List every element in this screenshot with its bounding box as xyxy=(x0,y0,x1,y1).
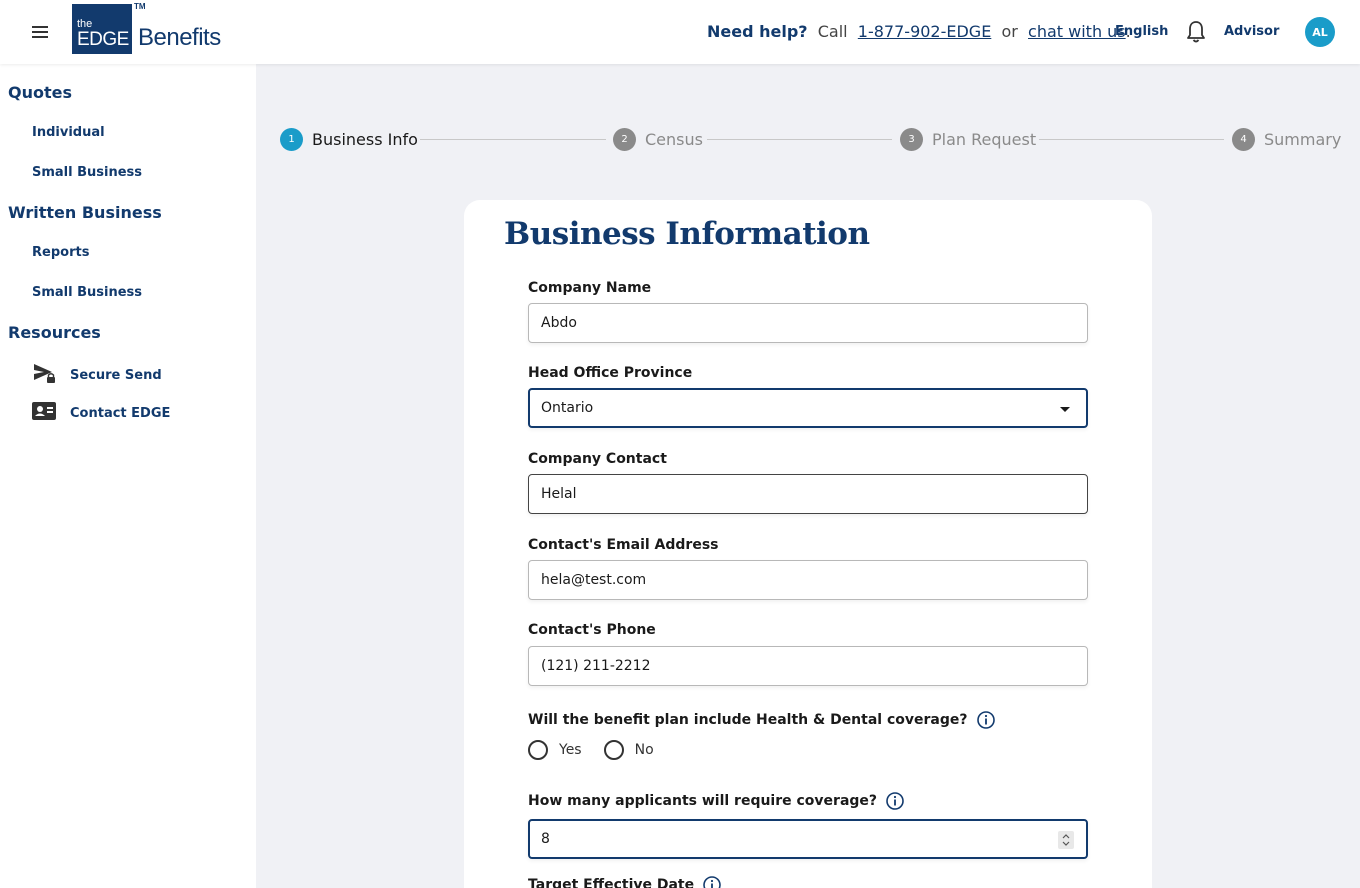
effective-date-question: Target Effective Date xyxy=(528,875,722,888)
sidebar-item-reports[interactable]: Reports xyxy=(32,245,89,260)
phone-value: (121) 211-2212 xyxy=(541,658,651,674)
applicants-count-stepper[interactable]: 8 xyxy=(528,819,1088,859)
help-text: Need help? Call 1-877-902-EDGE or chat w… xyxy=(707,22,1131,41)
radio-yes[interactable]: Yes xyxy=(528,740,582,760)
help-call: Call xyxy=(817,22,848,41)
chat-link[interactable]: chat with us xyxy=(1028,22,1126,41)
step-plan-request[interactable]: 3 Plan Request xyxy=(900,128,1036,151)
contact-card-icon xyxy=(32,401,56,425)
number-spinner[interactable] xyxy=(1058,831,1074,849)
logo-edge: EDGE xyxy=(77,29,129,50)
step-label: Plan Request xyxy=(932,130,1037,149)
help-prefix: Need help? xyxy=(707,22,808,41)
province-label: Head Office Province xyxy=(528,365,693,381)
sidebar-item-small-business-written[interactable]: Small Business xyxy=(32,285,142,300)
applicants-label: How many applicants will require coverag… xyxy=(528,793,878,809)
effective-date-label: Target Effective Date xyxy=(528,877,695,888)
province-select[interactable]: Ontario xyxy=(528,388,1088,428)
step-number: 1 xyxy=(280,128,303,151)
sidebar-item-secure-send[interactable]: Secure Send xyxy=(32,361,162,389)
company-name-label: Company Name xyxy=(528,280,652,296)
health-dental-question: Will the benefit plan include Health & D… xyxy=(528,710,996,730)
step-label: Business Info xyxy=(312,130,418,149)
step-number: 3 xyxy=(900,128,923,151)
health-dental-radio-group: Yes No xyxy=(528,740,676,760)
radio-circle xyxy=(528,740,548,760)
advisor-menu[interactable]: Advisor xyxy=(1224,24,1279,39)
logo-wordmark: Benefits xyxy=(138,24,221,51)
company-contact-value: Helal xyxy=(541,486,577,502)
help-or: or xyxy=(1001,22,1018,41)
sidebar-item-label: Contact EDGE xyxy=(70,405,171,421)
info-icon[interactable] xyxy=(702,875,722,888)
logo-tm: TM xyxy=(134,2,146,11)
company-name-input[interactable]: Abdo xyxy=(528,303,1088,343)
dropdown-caret-icon xyxy=(1060,407,1070,412)
step-census[interactable]: 2 Census xyxy=(613,128,703,151)
company-name-value: Abdo xyxy=(541,315,577,331)
logo-mark: the EDGE TM xyxy=(72,2,146,54)
email-field[interactable]: hela@test.com xyxy=(528,560,1088,600)
step-connector xyxy=(1039,139,1224,140)
step-label: Census xyxy=(645,130,703,149)
language-toggle[interactable]: English xyxy=(1115,24,1168,39)
email-value: hela@test.com xyxy=(541,572,647,588)
progress-stepper: 1 Business Info 2 Census 3 Plan Request … xyxy=(280,128,1341,152)
phone-label: Contact's Phone xyxy=(528,622,656,638)
sidebar-section-written-business[interactable]: Written Business xyxy=(8,203,162,222)
notification-bell-icon[interactable] xyxy=(1185,20,1207,44)
step-summary[interactable]: 4 Summary xyxy=(1232,128,1341,151)
info-icon[interactable] xyxy=(976,710,996,730)
sidebar-item-contact-edge[interactable]: Contact EDGE xyxy=(32,401,170,425)
applicants-question: How many applicants will require coverag… xyxy=(528,791,905,811)
top-header: the EDGE TM Benefits Need help? Call 1-8… xyxy=(0,0,1360,64)
sidebar-section-quotes[interactable]: Quotes xyxy=(8,83,72,102)
radio-circle xyxy=(603,740,624,760)
hamburger-menu-icon[interactable] xyxy=(28,20,52,44)
applicants-value: 8 xyxy=(541,831,550,847)
info-icon[interactable] xyxy=(885,791,905,811)
company-contact-label: Company Contact xyxy=(528,451,667,467)
step-connector xyxy=(707,139,892,140)
radio-label: Yes xyxy=(559,742,582,758)
radio-no[interactable]: No xyxy=(603,740,654,760)
company-contact-input[interactable]: Helal xyxy=(528,474,1088,514)
sidebar-item-individual[interactable]: Individual xyxy=(32,125,105,140)
sidebar-section-resources[interactable]: Resources xyxy=(8,323,101,342)
sidebar: Quotes Individual Small Business Written… xyxy=(0,64,256,888)
step-number: 2 xyxy=(613,128,636,151)
send-lock-icon xyxy=(32,361,56,389)
step-number: 4 xyxy=(1232,128,1255,151)
step-business-info[interactable]: 1 Business Info xyxy=(280,128,418,151)
step-label: Summary xyxy=(1264,130,1342,149)
avatar[interactable]: AL xyxy=(1305,17,1335,47)
page-title: Business Information xyxy=(504,216,870,252)
sidebar-item-small-business-quotes[interactable]: Small Business xyxy=(32,165,142,180)
phone-field[interactable]: (121) 211-2212 xyxy=(528,646,1088,686)
sidebar-item-label: Secure Send xyxy=(70,367,162,383)
business-info-card: Business Information Company Name Abdo H… xyxy=(464,200,1152,888)
edge-benefits-logo[interactable]: the EDGE TM Benefits xyxy=(72,2,221,54)
health-dental-label: Will the benefit plan include Health & D… xyxy=(528,712,968,728)
province-value: Ontario xyxy=(541,400,594,416)
step-connector xyxy=(420,139,606,140)
radio-label: No xyxy=(634,742,654,758)
phone-link[interactable]: 1-877-902-EDGE xyxy=(858,22,992,41)
email-label: Contact's Email Address xyxy=(528,537,719,553)
